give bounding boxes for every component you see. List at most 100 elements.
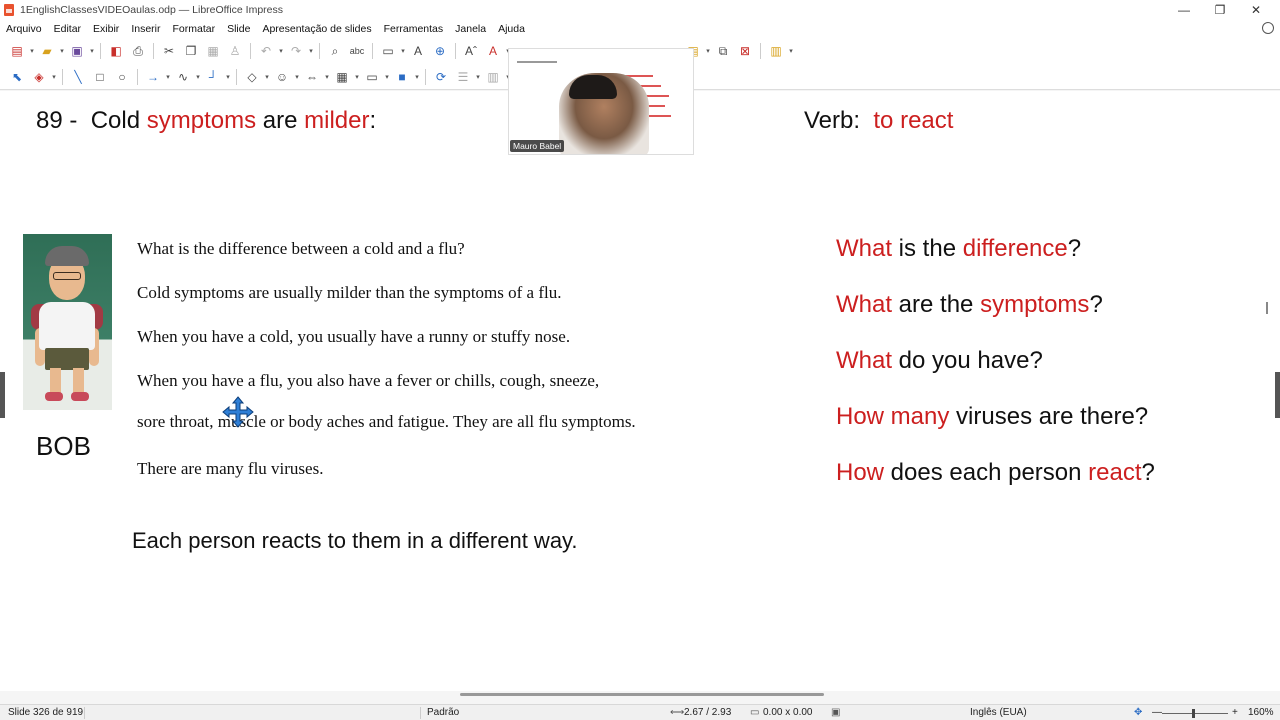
- language-status[interactable]: Inglês (EUA): [970, 707, 1027, 718]
- font-color-icon[interactable]: A: [482, 41, 504, 61]
- zoom-level[interactable]: 160%: [1248, 707, 1274, 718]
- master-slide-status[interactable]: Padrão: [427, 707, 459, 718]
- fit-slide-icon[interactable]: ✥: [1134, 707, 1142, 718]
- character-name[interactable]: BOB: [36, 431, 91, 462]
- zoom-slider-track[interactable]: [1162, 713, 1228, 714]
- slide-heading[interactable]: 89 - Cold symptoms are milder:: [36, 107, 376, 135]
- callouts-icon[interactable]: ▭: [361, 67, 383, 87]
- bob-avatar-image[interactable]: [23, 234, 112, 410]
- menu-arquivo[interactable]: Arquivo: [0, 20, 48, 38]
- flowchart-icon[interactable]: ▦: [331, 67, 353, 87]
- save-dropdown-icon[interactable]: ▾: [88, 41, 96, 61]
- maximize-button[interactable]: ❐: [1202, 0, 1238, 20]
- menu-janela[interactable]: Janela: [449, 20, 492, 38]
- connectors-icon[interactable]: ┘: [202, 67, 224, 87]
- menu-apresentacao[interactable]: Apresentação de slides: [256, 20, 377, 38]
- save-icon[interactable]: ▣: [66, 41, 88, 61]
- block-arrows-dropdown-icon[interactable]: ▾: [323, 67, 331, 87]
- basic-shapes-dropdown-icon[interactable]: ▾: [263, 67, 271, 87]
- conclusion-text[interactable]: Each person reacts to them in a differen…: [132, 528, 578, 554]
- clone-formatting-icon[interactable]: ♙: [224, 41, 246, 61]
- fill-color-dropdown-icon[interactable]: ▾: [50, 67, 58, 87]
- body-line[interactable]: When you have a flu, you also have a fev…: [137, 371, 599, 391]
- body-line[interactable]: What is the difference between a cold an…: [137, 239, 465, 259]
- export-pdf-icon[interactable]: ◧: [105, 41, 127, 61]
- curves-dropdown-icon[interactable]: ▾: [194, 67, 202, 87]
- display-views-dropdown-icon[interactable]: ▾: [399, 41, 407, 61]
- delete-slide-icon[interactable]: ⊠: [734, 41, 756, 61]
- find-replace-icon[interactable]: ⌕: [324, 41, 346, 61]
- distribute-icon[interactable]: ▥: [482, 67, 504, 87]
- redo-dropdown-icon[interactable]: ▾: [307, 41, 315, 61]
- block-arrows-icon[interactable]: ⇔: [301, 67, 323, 87]
- symbol-shapes-icon[interactable]: ☺: [271, 67, 293, 87]
- slide-canvas[interactable]: [0, 91, 1280, 691]
- zoom-slider-thumb[interactable]: [1192, 709, 1195, 718]
- 3d-objects-icon[interactable]: ■: [391, 67, 413, 87]
- text-box-icon[interactable]: A: [407, 41, 429, 61]
- close-button[interactable]: ✕: [1238, 0, 1274, 20]
- grow-font-icon[interactable]: Aˆ: [460, 41, 482, 61]
- spelling-icon[interactable]: abc: [346, 41, 368, 61]
- align-icon[interactable]: ☰: [452, 67, 474, 87]
- minimize-button[interactable]: —: [1166, 0, 1202, 20]
- body-line[interactable]: Cold symptoms are usually milder than th…: [137, 283, 561, 303]
- line-icon[interactable]: ╲: [67, 67, 89, 87]
- menu-editar[interactable]: Editar: [48, 20, 87, 38]
- redo-icon[interactable]: ↷: [285, 41, 307, 61]
- copy-icon[interactable]: ❐: [180, 41, 202, 61]
- connectors-dropdown-icon[interactable]: ▾: [224, 67, 232, 87]
- slide-layout-dropdown-icon[interactable]: ▾: [787, 41, 795, 61]
- horizontal-scrollbar[interactable]: [460, 693, 824, 696]
- document-modified-icon[interactable]: ▣: [831, 707, 840, 718]
- webcam-video-overlay[interactable]: Mauro Babel: [508, 48, 694, 155]
- lines-arrows-dropdown-icon[interactable]: ▾: [164, 67, 172, 87]
- open-dropdown-icon[interactable]: ▾: [58, 41, 66, 61]
- select-icon[interactable]: ⬉: [6, 67, 28, 87]
- body-line[interactable]: When you have a cold, you usually have a…: [137, 327, 570, 347]
- slide-layout-icon[interactable]: ▥: [765, 41, 787, 61]
- menu-ajuda[interactable]: Ajuda: [492, 20, 531, 38]
- flowchart-dropdown-icon[interactable]: ▾: [353, 67, 361, 87]
- new-icon[interactable]: ▤: [6, 41, 28, 61]
- symbol-shapes-dropdown-icon[interactable]: ▾: [293, 67, 301, 87]
- question-line[interactable]: What do you have?: [836, 347, 1043, 375]
- zoom-out-button[interactable]: —: [1152, 707, 1162, 718]
- verb-textbox[interactable]: Verb: to react: [804, 107, 953, 135]
- lines-arrows-icon[interactable]: →: [142, 67, 164, 87]
- undo-icon[interactable]: ↶: [255, 41, 277, 61]
- basic-shapes-icon[interactable]: ◇: [241, 67, 263, 87]
- cut-icon[interactable]: ✂: [158, 41, 180, 61]
- rotate-icon[interactable]: ⟳: [430, 67, 452, 87]
- master-slide-dropdown-icon[interactable]: ▾: [704, 41, 712, 61]
- menu-inserir[interactable]: Inserir: [125, 20, 166, 38]
- slide-position-status[interactable]: Slide 326 de 919: [8, 707, 83, 718]
- question-line[interactable]: How many viruses are there?: [836, 403, 1148, 431]
- left-panel-toggle[interactable]: [0, 372, 5, 418]
- question-line[interactable]: How does each person react?: [836, 459, 1155, 487]
- open-icon[interactable]: ▰: [36, 41, 58, 61]
- right-panel-toggle[interactable]: [1275, 372, 1280, 418]
- align-dropdown-icon[interactable]: ▾: [474, 67, 482, 87]
- menu-ferramentas[interactable]: Ferramentas: [378, 20, 450, 38]
- body-line[interactable]: There are many flu viruses.: [137, 459, 323, 479]
- vertical-scroll-thumb[interactable]: [1266, 302, 1268, 314]
- curves-icon[interactable]: ∿: [172, 67, 194, 87]
- zoom-in-button[interactable]: +: [1232, 707, 1238, 718]
- fill-color-icon[interactable]: ◈: [28, 67, 50, 87]
- question-line[interactable]: What are the symptoms?: [836, 291, 1103, 319]
- question-line[interactable]: What is the difference?: [836, 235, 1081, 263]
- duplicate-slide-icon[interactable]: ⧉: [712, 41, 734, 61]
- body-line[interactable]: sore throat, muscle or body aches and fa…: [137, 412, 636, 432]
- callouts-dropdown-icon[interactable]: ▾: [383, 67, 391, 87]
- menu-slide[interactable]: Slide: [221, 20, 256, 38]
- menu-formatar[interactable]: Formatar: [167, 20, 222, 38]
- 3d-objects-dropdown-icon[interactable]: ▾: [413, 67, 421, 87]
- ellipse-icon[interactable]: ○: [111, 67, 133, 87]
- rectangle-icon[interactable]: □: [89, 67, 111, 87]
- print-icon[interactable]: ⎙: [127, 41, 149, 61]
- globe-icon[interactable]: [1262, 22, 1274, 34]
- menu-exibir[interactable]: Exibir: [87, 20, 125, 38]
- undo-dropdown-icon[interactable]: ▾: [277, 41, 285, 61]
- new-dropdown-icon[interactable]: ▾: [28, 41, 36, 61]
